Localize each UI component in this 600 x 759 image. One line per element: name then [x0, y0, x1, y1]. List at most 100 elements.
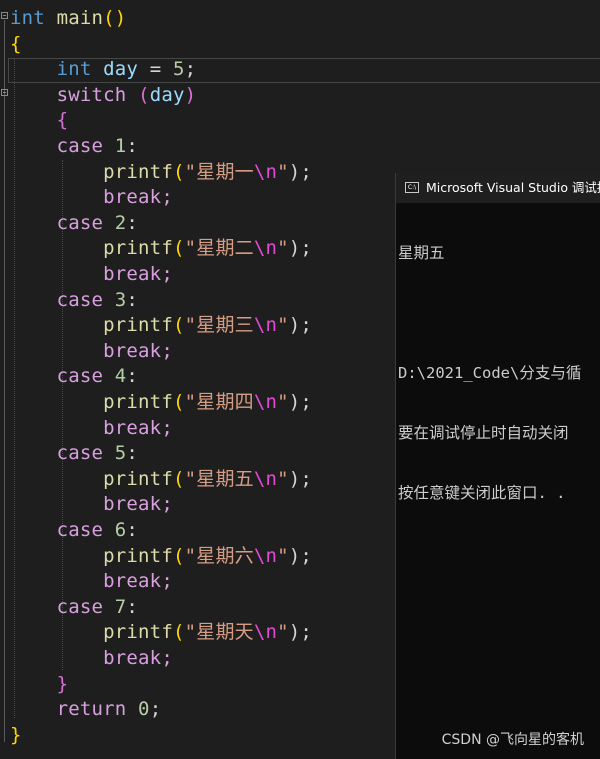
- code-line-switch[interactable]: switch (day): [10, 83, 196, 108]
- code-line-open-brace[interactable]: {: [10, 32, 22, 57]
- string-literal: ": [277, 160, 289, 183]
- variable: day: [149, 83, 185, 106]
- brace: {: [10, 32, 22, 55]
- paren: ): [184, 83, 197, 106]
- punctuation: );: [288, 621, 313, 644]
- string-literal: ": [277, 621, 289, 644]
- break-keyword: break;: [103, 339, 173, 362]
- console-app-icon: C:\: [405, 182, 419, 193]
- debug-console-window[interactable]: C:\ Microsoft Visual Studio 调试控 星期五 D:\2…: [395, 173, 600, 759]
- break-keyword: break;: [103, 186, 173, 209]
- number: 4: [114, 365, 127, 388]
- code-line-case[interactable]: case 5:: [10, 441, 138, 466]
- brace: {: [56, 109, 69, 132]
- number: 5: [114, 442, 127, 465]
- fold-collapse-icon[interactable]: [1, 12, 8, 19]
- code-line-switch-brace[interactable]: {: [10, 108, 68, 133]
- punctuation: );: [288, 160, 313, 183]
- code-line-break[interactable]: break;: [10, 185, 173, 210]
- punctuation: );: [288, 544, 313, 567]
- number: 2: [114, 211, 127, 234]
- string-literal: "星期五: [184, 467, 254, 490]
- string-literal: "星期二: [184, 237, 254, 260]
- number: 1: [114, 135, 127, 157]
- code-line-break[interactable]: break;: [10, 492, 173, 517]
- code-line-return[interactable]: return 0;: [10, 697, 162, 722]
- string-literal: ": [277, 237, 289, 260]
- code-line-break[interactable]: break;: [10, 646, 173, 671]
- code-line-decl[interactable]: int day = 5;: [10, 57, 196, 82]
- code-line-printf[interactable]: printf("星期四\n");: [10, 390, 312, 415]
- colon: :: [126, 365, 139, 388]
- operator: =: [149, 58, 162, 81]
- colon: :: [126, 135, 139, 157]
- paren: (: [172, 160, 185, 183]
- console-line: 按任意键关闭此窗口. .: [398, 484, 566, 502]
- code-line-case[interactable]: case 2:: [10, 211, 138, 236]
- code-line-break[interactable]: break;: [10, 569, 173, 594]
- code-line-break[interactable]: break;: [10, 339, 173, 364]
- console-title: Microsoft Visual Studio 调试控: [426, 180, 600, 195]
- paren: (: [172, 544, 185, 567]
- watermark: CSDN @飞向星的客机: [441, 732, 584, 748]
- code-line-printf[interactable]: printf("星期二\n");: [10, 236, 312, 261]
- semicolon: ;: [149, 698, 162, 721]
- string-literal: ": [277, 314, 289, 337]
- fold-collapse-icon[interactable]: [1, 89, 8, 96]
- paren: (: [138, 83, 150, 106]
- code-line-printf[interactable]: printf("星期六\n");: [10, 544, 312, 569]
- case-keyword: case: [56, 135, 104, 157]
- function-name: printf: [103, 391, 173, 413]
- string-literal: ": [277, 544, 289, 567]
- code-line-case[interactable]: case 4:: [10, 364, 138, 389]
- console-line: 要在调试停止时自动关闭: [398, 424, 569, 442]
- number: 7: [114, 595, 127, 618]
- colon: :: [126, 519, 139, 541]
- function-name: printf: [103, 237, 173, 260]
- string-literal: ": [277, 467, 289, 490]
- variable: day: [103, 58, 139, 81]
- return-keyword: return: [56, 698, 127, 721]
- code-line-break[interactable]: break;: [10, 262, 173, 287]
- console-line: 星期五: [398, 244, 445, 262]
- code-line-printf[interactable]: printf("星期五\n");: [10, 467, 312, 492]
- colon: :: [126, 442, 139, 465]
- code-line-break[interactable]: break;: [10, 416, 173, 441]
- code-line-printf[interactable]: printf("星期一\n");: [10, 160, 312, 185]
- code-line-close-brace[interactable]: }: [10, 723, 22, 748]
- code-line-printf[interactable]: printf("星期三\n");: [10, 313, 312, 338]
- number: 6: [114, 519, 127, 541]
- code-line-main[interactable]: int main(): [10, 6, 126, 31]
- function-name: printf: [103, 467, 173, 490]
- case-keyword: case: [56, 288, 104, 311]
- colon: :: [126, 288, 139, 311]
- number: 0: [138, 698, 150, 721]
- console-title-bar[interactable]: C:\ Microsoft Visual Studio 调试控: [396, 173, 600, 203]
- code-line-switch-close[interactable]: }: [10, 672, 68, 697]
- case-keyword: case: [56, 365, 104, 388]
- break-keyword: break;: [103, 263, 173, 285]
- paren: (: [103, 7, 115, 29]
- paren: (: [172, 391, 185, 413]
- function-name: printf: [103, 544, 173, 567]
- break-keyword: break;: [103, 647, 173, 669]
- paren: (: [172, 314, 185, 337]
- case-keyword: case: [56, 442, 104, 465]
- number: 3: [114, 288, 127, 311]
- code-line-printf[interactable]: printf("星期天\n");: [10, 620, 312, 645]
- string-literal: "星期三: [184, 314, 254, 337]
- escape-sequence: \n: [253, 160, 278, 183]
- function-name: printf: [103, 621, 173, 644]
- code-line-case[interactable]: case 7:: [10, 595, 138, 620]
- punctuation: );: [288, 314, 313, 337]
- code-line-case[interactable]: case 3:: [10, 288, 138, 313]
- brace: }: [56, 672, 69, 695]
- code-line-case[interactable]: case 1:: [10, 134, 138, 159]
- colon: :: [126, 595, 139, 618]
- code-line-case[interactable]: case 6:: [10, 518, 138, 543]
- console-line: D:\2021_Code\分支与循: [398, 364, 582, 382]
- console-output: 星期五 D:\2021_Code\分支与循 要在调试停止时自动关闭 按任意键关闭…: [398, 203, 600, 543]
- paren: ): [114, 7, 127, 29]
- case-keyword: case: [56, 519, 104, 541]
